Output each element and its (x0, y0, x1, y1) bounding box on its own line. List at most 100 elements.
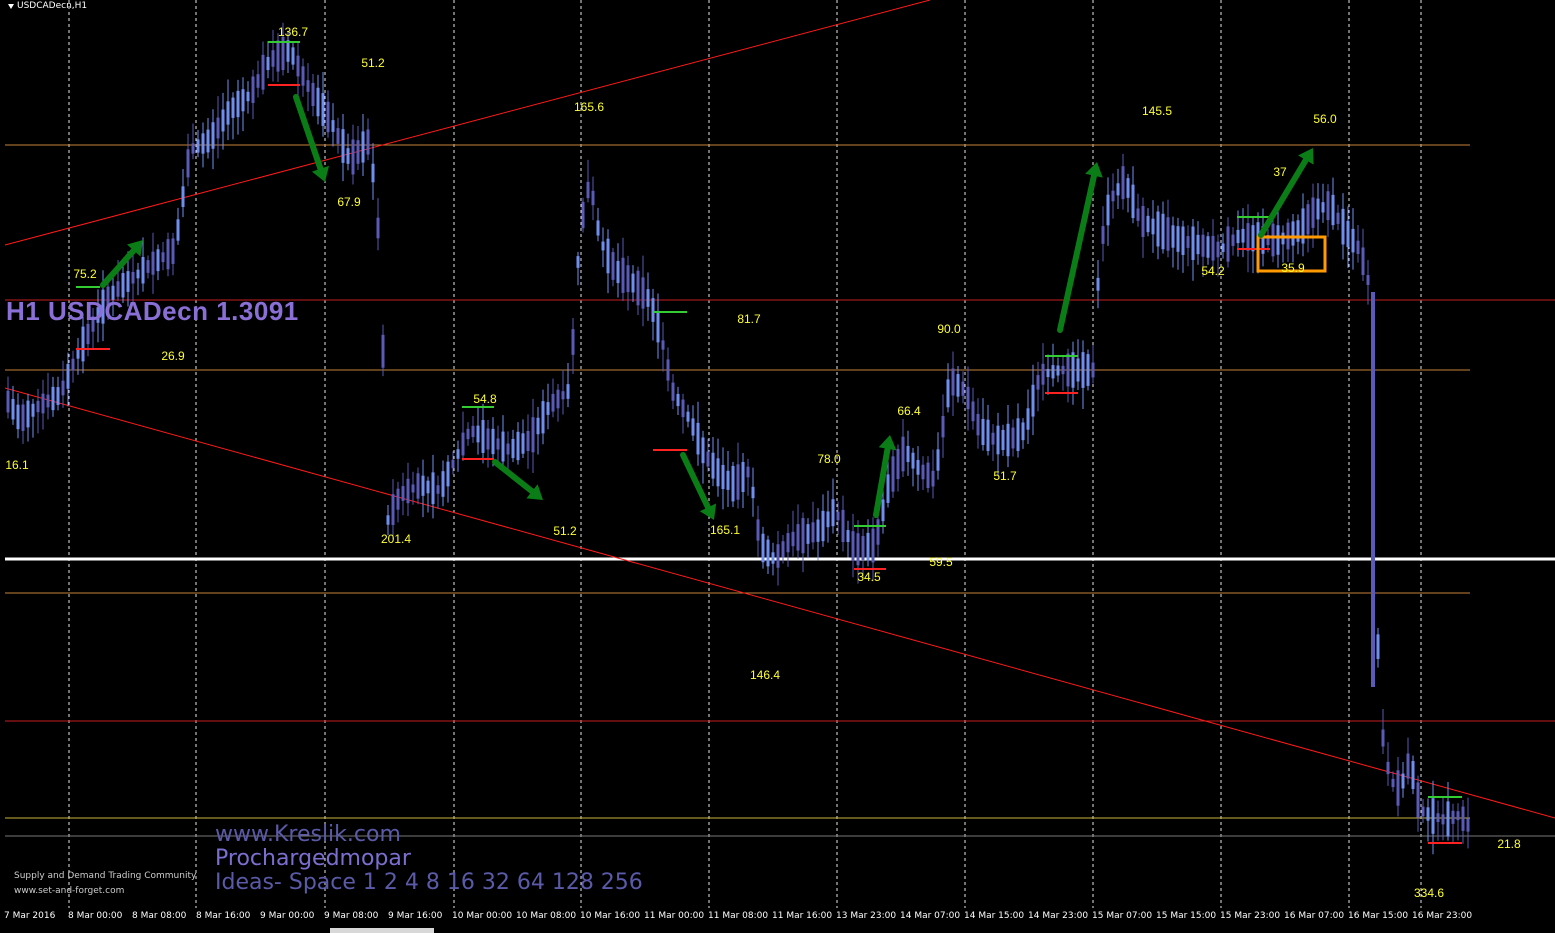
chart-canvas[interactable] (0, 0, 1555, 933)
chart-window[interactable]: USDCADecn,H1 H1 USDCADecn 1.3091 136.7 5… (0, 0, 1555, 933)
candle-body (511, 438, 515, 459)
trendline-lower[interactable] (4, 387, 1555, 819)
candle-body (826, 511, 830, 528)
candle-body (701, 437, 705, 464)
candle-body (56, 387, 60, 405)
candle-body (166, 239, 170, 270)
time-axis-tick: 11 Mar 08:00 (708, 911, 769, 921)
candle-body (1291, 221, 1295, 246)
candle-body (876, 519, 880, 545)
chart-tab[interactable] (330, 928, 434, 933)
arrow-shaft[interactable] (492, 459, 536, 495)
value-label: 54.8 (473, 392, 497, 406)
candle-body (391, 494, 395, 525)
candle-body (41, 393, 45, 414)
dropdown-icon[interactable] (8, 3, 14, 9)
candle-body (1136, 208, 1140, 221)
candle-body (801, 518, 805, 554)
candle-body (416, 473, 420, 499)
candle-body (1196, 234, 1200, 255)
candle-body (371, 163, 375, 183)
candle-body (6, 390, 10, 413)
candle-body (1171, 225, 1175, 248)
time-axis-tick: 16 Mar 15:00 (1348, 911, 1409, 921)
candle-body (1451, 810, 1455, 824)
trendline-upper[interactable] (4, 0, 931, 246)
candle-body (1401, 773, 1405, 789)
candle-body (286, 40, 290, 62)
candle-body (1161, 213, 1165, 250)
candle-body (1116, 183, 1120, 196)
candle-body (21, 404, 25, 431)
candle-body (981, 418, 985, 446)
candle-body (531, 417, 535, 453)
candle-body (1466, 818, 1470, 832)
candle-body (811, 522, 815, 543)
candle-body (176, 219, 180, 241)
watermark-website: www.Kreslik.com (215, 822, 401, 847)
candle-body (796, 524, 800, 551)
candle-body (621, 257, 625, 293)
candle-body (581, 201, 585, 229)
candle-body (746, 466, 750, 478)
value-label: 56.0 (1313, 112, 1337, 126)
candle-body (476, 425, 480, 443)
candle-body (456, 449, 460, 459)
candle-body (216, 117, 220, 139)
candle-body (466, 428, 470, 440)
arrow-head-icon[interactable] (878, 435, 897, 451)
candle-body (686, 411, 690, 422)
candle-body (146, 260, 150, 273)
arrow-shaft[interactable] (1057, 172, 1097, 333)
candle-body (136, 269, 140, 279)
window-title[interactable]: USDCADecn,H1 (8, 1, 87, 11)
candle-body (636, 270, 640, 306)
candle-body (1151, 218, 1155, 235)
candle-body (491, 428, 495, 455)
candle-body (1431, 798, 1435, 834)
candle-body (1101, 226, 1105, 244)
candle-body (871, 528, 875, 563)
candle-body (236, 90, 240, 118)
candle-body (1016, 418, 1020, 451)
value-label: 146.4 (749, 668, 781, 682)
candle-body (1461, 806, 1465, 831)
candle-body (1176, 226, 1180, 252)
community-name: Supply and Demand Trading Community (14, 871, 197, 881)
value-label: 59.5 (929, 555, 953, 569)
candle-body (1416, 782, 1420, 818)
candle-body (156, 249, 160, 272)
candle-body (741, 461, 745, 493)
candle-body (211, 122, 215, 149)
value-label: 51.7 (993, 469, 1017, 483)
candle-body (1121, 166, 1125, 200)
candle-body (521, 433, 525, 454)
time-axis-tick: 8 Mar 16:00 (196, 911, 251, 921)
candle-body (1276, 225, 1280, 255)
candle-body (406, 478, 410, 504)
candle-body (471, 425, 475, 438)
candle-body (481, 420, 485, 453)
candle-body (1131, 184, 1135, 219)
candle-body (1326, 191, 1330, 221)
arrow-head-icon[interactable] (1085, 162, 1103, 178)
candle-body (1331, 194, 1335, 226)
candle-body (916, 459, 920, 475)
candle-body (1356, 240, 1360, 254)
candle-body (706, 451, 710, 467)
time-axis-tick: 14 Mar 23:00 (1028, 911, 1089, 921)
candle-body (341, 129, 345, 163)
candle-body (181, 186, 185, 207)
candle-body (361, 131, 365, 163)
candle-body (926, 462, 930, 489)
time-axis-tick: 13 Mar 23:00 (836, 911, 897, 921)
candle-body (121, 273, 125, 298)
time-axis-tick: 14 Mar 15:00 (964, 911, 1025, 921)
time-axis-tick: 9 Mar 00:00 (260, 911, 315, 921)
candle-body (1246, 223, 1250, 251)
candle-body (566, 384, 570, 399)
candle-body (1386, 761, 1390, 775)
candle-body (1066, 353, 1070, 387)
candle-body (381, 334, 385, 368)
time-axis-tick: 7 Mar 2016 (4, 911, 56, 921)
